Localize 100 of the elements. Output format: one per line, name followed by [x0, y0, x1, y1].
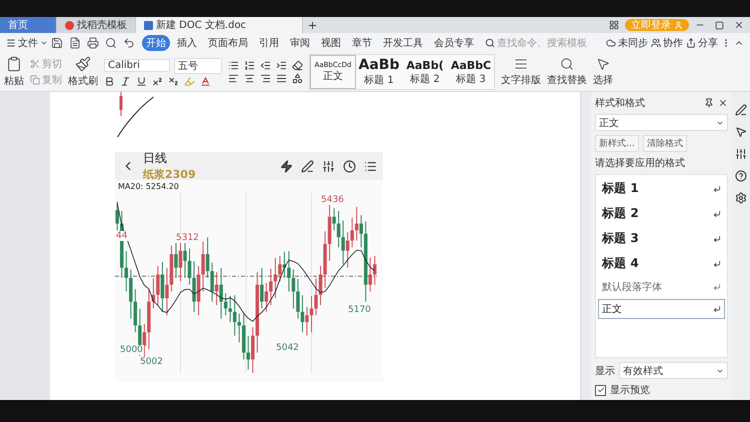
edit-icon[interactable] [735, 104, 748, 116]
contract-symbol: 纸浆2309 [143, 167, 196, 182]
shapes-icon[interactable] [292, 73, 303, 84]
show-label: 显示 [595, 364, 616, 378]
font-color-icon[interactable] [200, 76, 211, 86]
preview-checkbox[interactable] [595, 384, 606, 396]
menu-icon[interactable] [364, 160, 377, 172]
style-preset[interactable]: AaBbC 标题 3 [448, 55, 494, 89]
help-icon[interactable] [735, 170, 748, 182]
menu-tab[interactable]: 页面布局 [204, 35, 252, 51]
bold-icon[interactable] [104, 76, 115, 86]
style-list-item[interactable]: 标题 3 [598, 227, 726, 250]
price-label: 5170 [347, 305, 372, 315]
indent-icon[interactable] [276, 60, 287, 71]
lightning-icon[interactable] [280, 160, 293, 172]
return-icon [713, 234, 722, 242]
style-list-item[interactable]: 标题 4 [598, 252, 726, 275]
maximize-icon[interactable] [715, 20, 724, 30]
style-list-item[interactable]: 默认段落字体 [598, 277, 726, 297]
menu-tab[interactable]: 开发工具 [379, 35, 427, 51]
toolbar-action[interactable]: 分享 [686, 36, 718, 50]
underline-icon[interactable] [136, 76, 147, 86]
command-search-field[interactable]: 查找命令、搜索模板 [497, 38, 592, 48]
menu-tab[interactable]: 章节 [348, 35, 376, 51]
panel-button[interactable]: 新样式... [595, 135, 639, 152]
select-button[interactable]: 选择 [593, 57, 613, 87]
format-painter-button[interactable]: 格式刷 [68, 56, 98, 88]
document-tab[interactable]: 首页 [0, 17, 57, 33]
panel-title: 样式和格式 [595, 96, 646, 110]
panel-button[interactable]: 清除格式 [642, 135, 687, 152]
price-label: 5042 [275, 343, 300, 353]
copy-icon [30, 75, 40, 85]
menu-tab[interactable]: 开始 [142, 35, 170, 51]
style-preset[interactable]: AaBb 标题 1 [356, 55, 402, 89]
search-icon [485, 38, 495, 48]
pin-icon[interactable] [704, 98, 714, 108]
close-icon[interactable] [734, 20, 744, 30]
style-list-item[interactable]: 标题 1 [598, 177, 726, 200]
outdent-icon[interactable] [260, 60, 271, 71]
menu-tab[interactable]: 审阅 [286, 35, 314, 51]
settings-icon[interactable] [735, 192, 748, 204]
find-replace-button[interactable]: 查找替换 [547, 57, 587, 87]
italic-icon[interactable] [120, 76, 131, 86]
menu-tab[interactable]: 插入 [173, 35, 201, 51]
align-left-icon[interactable] [228, 73, 239, 84]
close-icon[interactable] [718, 98, 728, 108]
return-icon [713, 305, 722, 313]
document-tab[interactable]: 找稻壳模板 [57, 17, 136, 33]
style-list-item[interactable]: 标题 2 [598, 202, 726, 225]
menu-tab[interactable]: 引用 [255, 35, 283, 51]
select-icon[interactable] [735, 126, 748, 138]
paintbrush-icon [75, 56, 91, 72]
style-list-item[interactable]: 正文 [598, 299, 726, 319]
eraser-icon[interactable] [292, 60, 303, 71]
justify-icon[interactable] [276, 73, 287, 84]
superscript-icon[interactable] [152, 76, 163, 86]
clock-icon[interactable] [343, 160, 356, 172]
adjust-icon[interactable] [735, 148, 748, 160]
return-icon [713, 260, 722, 268]
grid-icon[interactable] [609, 20, 619, 30]
toolbar-action[interactable]: 协作 [651, 36, 683, 50]
return-icon [713, 283, 722, 291]
menu-tab[interactable]: 视图 [317, 35, 345, 51]
align-center-icon[interactable] [244, 73, 255, 84]
menu-tab[interactable]: 会员专享 [430, 35, 478, 51]
style-preset[interactable]: AaBb( 标题 2 [402, 55, 448, 89]
toolbar-action[interactable]: 未同步 [606, 36, 648, 50]
document-tab[interactable]: 新建 DOC 文档.doc [136, 17, 303, 33]
paste-button[interactable]: 粘贴 [4, 56, 24, 88]
share-icon [686, 38, 696, 48]
scrollbar-track[interactable] [580, 92, 592, 400]
align-right-icon[interactable] [260, 73, 271, 84]
font-field[interactable]: Calibri [104, 59, 170, 72]
lines-icon[interactable] [322, 160, 335, 172]
font-size-field[interactable]: 五号 [174, 58, 222, 74]
save-icon[interactable] [51, 37, 63, 49]
scissors-icon [30, 59, 40, 69]
price-label: 44 [115, 231, 128, 241]
user-icon [674, 20, 683, 30]
lines-icon [514, 57, 528, 71]
current-style-field[interactable]: 正文 [595, 114, 728, 131]
return-icon [713, 184, 722, 192]
price-label: 5312 [175, 233, 200, 243]
subscript-icon[interactable] [168, 76, 179, 86]
bullet-list-icon[interactable] [228, 60, 239, 71]
pointer-icon [596, 57, 610, 71]
show-filter-field[interactable]: 有效样式 [619, 362, 728, 379]
clipboard-icon [6, 56, 22, 72]
chart-title: 日线 [143, 150, 167, 167]
new-tab-icon[interactable] [307, 20, 318, 30]
undo-icon[interactable] [123, 37, 135, 49]
checkmark-icon [596, 386, 605, 394]
numbered-list-icon[interactable] [244, 60, 255, 71]
pen-icon[interactable] [301, 160, 314, 172]
moving-average-label: MA20: 5254.20 [117, 181, 180, 193]
print-icon[interactable] [87, 37, 99, 49]
file-menu[interactable]: 文件 [6, 36, 48, 50]
prompt-text: 请选择要应用的格式 [595, 156, 686, 170]
search-icon [560, 57, 574, 71]
text-layout-button[interactable]: 文字排版 [501, 57, 541, 87]
